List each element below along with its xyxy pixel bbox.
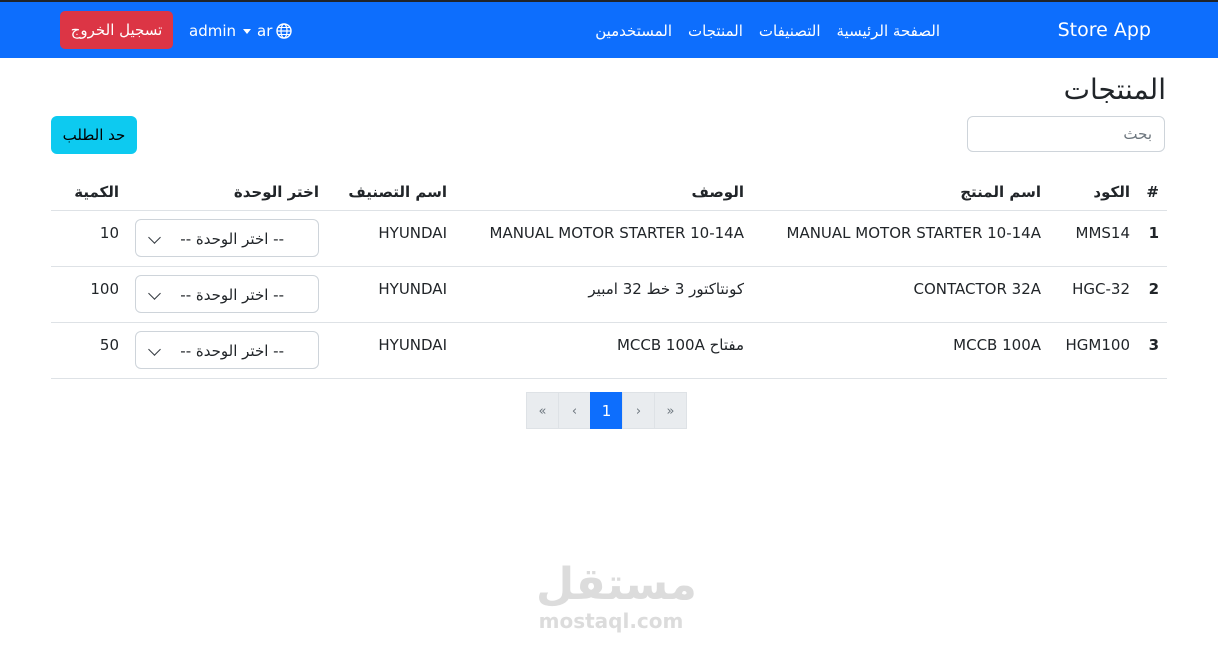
language-label: ar — [257, 22, 273, 40]
watermark-latin: mostaql.com — [538, 609, 684, 633]
row-number: 2 — [1148, 280, 1159, 298]
product-name: MANUAL MOTOR STARTER 10-14A — [786, 224, 1042, 242]
unit-select-value: -- اختر الوحدة -- — [180, 342, 284, 360]
table-row: 1 MMS14 MANUAL MOTOR STARTER 10-14A MANU… — [51, 211, 1167, 267]
globe-icon — [276, 23, 293, 39]
chevron-down-icon — [148, 231, 161, 244]
pagination-page[interactable]: 1 — [590, 392, 623, 429]
product-description: مفتاح MCCB 100A — [616, 336, 744, 354]
product-quantity: 50 — [99, 336, 119, 354]
header-quantity: الكمية — [74, 183, 119, 201]
product-quantity: 10 — [99, 224, 119, 242]
products-table: # الكود اسم المنتج الوصف اسم التصنيف اخت… — [51, 170, 1167, 379]
chevron-down-icon — [148, 287, 161, 300]
header-code: الكود — [1093, 183, 1130, 201]
navbar: Store App الصفحة الرئيسية التصنيفات المن… — [0, 2, 1218, 58]
search-input[interactable] — [967, 116, 1165, 152]
header-category: اسم التصنيف — [348, 183, 447, 201]
nav-links: الصفحة الرئيسية التصنيفات المنتجات المست… — [595, 21, 940, 41]
product-name: CONTACTOR 32A — [913, 280, 1041, 298]
product-category: HYUNDAI — [378, 224, 447, 242]
unit-select-value: -- اختر الوحدة -- — [180, 286, 284, 304]
table-header-row: # الكود اسم المنتج الوصف اسم التصنيف اخت… — [51, 170, 1167, 211]
row-number: 3 — [1148, 336, 1159, 354]
product-category: HYUNDAI — [378, 280, 447, 298]
header-number: # — [1146, 183, 1159, 201]
pagination-prev[interactable]: ‹ — [558, 392, 591, 429]
nav-link-categories[interactable]: التصنيفات — [759, 21, 821, 41]
unit-select[interactable]: -- اختر الوحدة -- — [135, 275, 319, 313]
unit-select[interactable]: -- اختر الوحدة -- — [135, 219, 319, 257]
product-category: HYUNDAI — [378, 336, 447, 354]
pagination-next[interactable]: › — [622, 392, 655, 429]
page-title: المنتجات — [1063, 73, 1166, 106]
table-row: 2 HGC-32 CONTACTOR 32A كونتاكتور 3 خط 32… — [51, 267, 1167, 323]
caret-down-icon — [243, 28, 251, 34]
product-quantity: 100 — [90, 280, 119, 298]
row-number: 1 — [1148, 224, 1159, 242]
product-code: MMS14 — [1075, 224, 1131, 242]
unit-select-value: -- اختر الوحدة -- — [180, 230, 284, 248]
unit-select[interactable]: -- اختر الوحدة -- — [135, 331, 319, 369]
pagination-first[interactable]: « — [526, 392, 559, 429]
pagination: « ‹ 1 › » — [526, 392, 687, 429]
language-dropdown[interactable]: ar — [243, 21, 293, 41]
watermark-arabic: مستقل — [536, 559, 697, 610]
header-description: الوصف — [691, 183, 744, 201]
header-unit: اختر الوحدة — [233, 183, 319, 201]
nav-link-products[interactable]: المنتجات — [688, 21, 743, 41]
logout-button[interactable]: تسجيل الخروج — [60, 11, 173, 49]
product-code: HGM100 — [1065, 336, 1130, 354]
nav-link-users[interactable]: المستخدمين — [595, 21, 672, 41]
product-description: كونتاكتور 3 خط 32 امبير — [588, 280, 744, 298]
header-product-name: اسم المنتج — [960, 183, 1041, 201]
nav-link-home[interactable]: الصفحة الرئيسية — [837, 21, 941, 41]
username[interactable]: admin — [189, 21, 236, 41]
brand[interactable]: Store App — [1058, 19, 1151, 41]
order-limit-button[interactable]: حد الطلب — [51, 116, 137, 154]
watermark: مستقل mostaql.com — [536, 559, 697, 633]
product-description: MANUAL MOTOR STARTER 10-14A — [489, 224, 745, 242]
table-row: 3 HGM100 MCCB 100A مفتاح MCCB 100A HYUND… — [51, 323, 1167, 379]
chevron-down-icon — [148, 343, 161, 356]
pagination-last[interactable]: » — [654, 392, 687, 429]
product-name: MCCB 100A — [953, 336, 1041, 354]
product-code: HGC-32 — [1072, 280, 1130, 298]
